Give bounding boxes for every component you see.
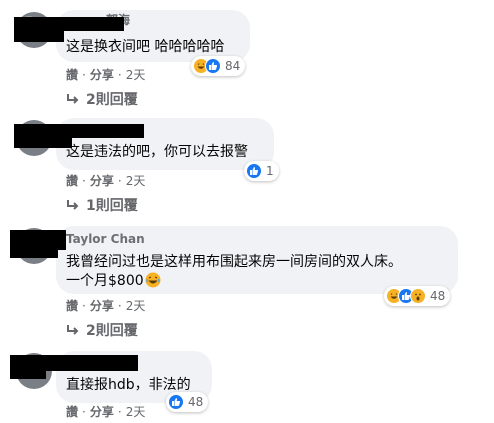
reaction-count: 1	[266, 164, 274, 178]
like-button[interactable]: 讚	[66, 68, 78, 82]
view-replies-button[interactable]: 2則回覆	[66, 320, 138, 340]
timestamp[interactable]: 2天	[126, 174, 146, 188]
timestamp[interactable]: 2天	[126, 405, 146, 419]
reply-arrow-icon	[67, 200, 79, 210]
reaction-count: 48	[430, 289, 446, 303]
view-replies-button[interactable]: 2則回覆	[66, 89, 138, 109]
like-button[interactable]: 讚	[66, 299, 78, 313]
comment-2: 这是违法的吧，你可以去报警 1 讚 · 分享 · 2天 1則回覆	[0, 110, 494, 220]
laughing-emoji	[145, 272, 161, 288]
timestamp[interactable]: 2天	[126, 68, 146, 82]
reaction-summary[interactable]: 48	[166, 392, 209, 412]
view-replies-button[interactable]: 1則回覆	[66, 195, 138, 215]
name-redaction	[10, 369, 46, 379]
share-button[interactable]: 分享	[90, 68, 114, 82]
reply-arrow-icon	[67, 325, 79, 335]
reaction-count: 48	[188, 395, 204, 409]
commenter-name[interactable]: Taylor Chan	[66, 232, 145, 246]
reply-arrow-icon	[67, 94, 79, 104]
wow-icon	[410, 288, 426, 304]
like-button[interactable]: 讚	[66, 405, 78, 419]
timestamp[interactable]: 2天	[126, 299, 146, 313]
name-redaction	[14, 136, 72, 148]
like-icon	[246, 163, 262, 179]
share-button[interactable]: 分享	[90, 174, 114, 188]
share-button[interactable]: 分享	[90, 299, 114, 313]
like-icon	[205, 58, 221, 74]
replies-label: 1則回覆	[86, 198, 138, 214]
share-button[interactable]: 分享	[90, 405, 114, 419]
comment-actions: 讚 · 分享 · 2天	[66, 68, 146, 82]
reaction-summary[interactable]: 1	[244, 161, 279, 181]
like-button[interactable]: 讚	[66, 174, 78, 188]
comment-text-line-2: 一个月$800	[66, 272, 161, 291]
comment-bubble: Taylor Chan 我曾经问过也是这样用布围起来房一间房间的双人床。 一个月…	[56, 226, 458, 294]
comment-3: Taylor Chan 我曾经问过也是这样用布围起来房一间房间的双人床。 一个月…	[0, 220, 494, 345]
comment-4: 直接报hdb，非法的 48 讚 · 分享 · 2天	[0, 345, 494, 423]
comment-text: 这是违法的吧，你可以去报警	[66, 144, 248, 160]
reaction-summary[interactable]: 48	[384, 286, 451, 306]
reaction-count: 84	[225, 59, 241, 73]
comment-actions: 讚 · 分享 · 2天	[66, 299, 146, 313]
comment-actions: 讚 · 分享 · 2天	[66, 405, 146, 419]
comment-actions: 讚 · 分享 · 2天	[66, 174, 146, 188]
comment-text: 这是换衣间吧 哈哈哈哈哈	[66, 39, 225, 55]
like-icon	[168, 394, 184, 410]
comment-text: 一个月$800	[66, 273, 144, 289]
comment-text: 我曾经问过也是这样用布围起来房一间房间的双人床。	[66, 254, 402, 270]
replies-label: 2則回覆	[86, 323, 138, 339]
reaction-summary[interactable]: 84	[191, 56, 246, 76]
name-redaction	[10, 246, 58, 258]
comment-1: 郭海 这是换衣间吧 哈哈哈哈哈 84 讚·分享·2天 2則回覆	[0, 0, 494, 110]
replies-label: 2則回覆	[86, 92, 138, 108]
name-redaction	[14, 28, 64, 42]
